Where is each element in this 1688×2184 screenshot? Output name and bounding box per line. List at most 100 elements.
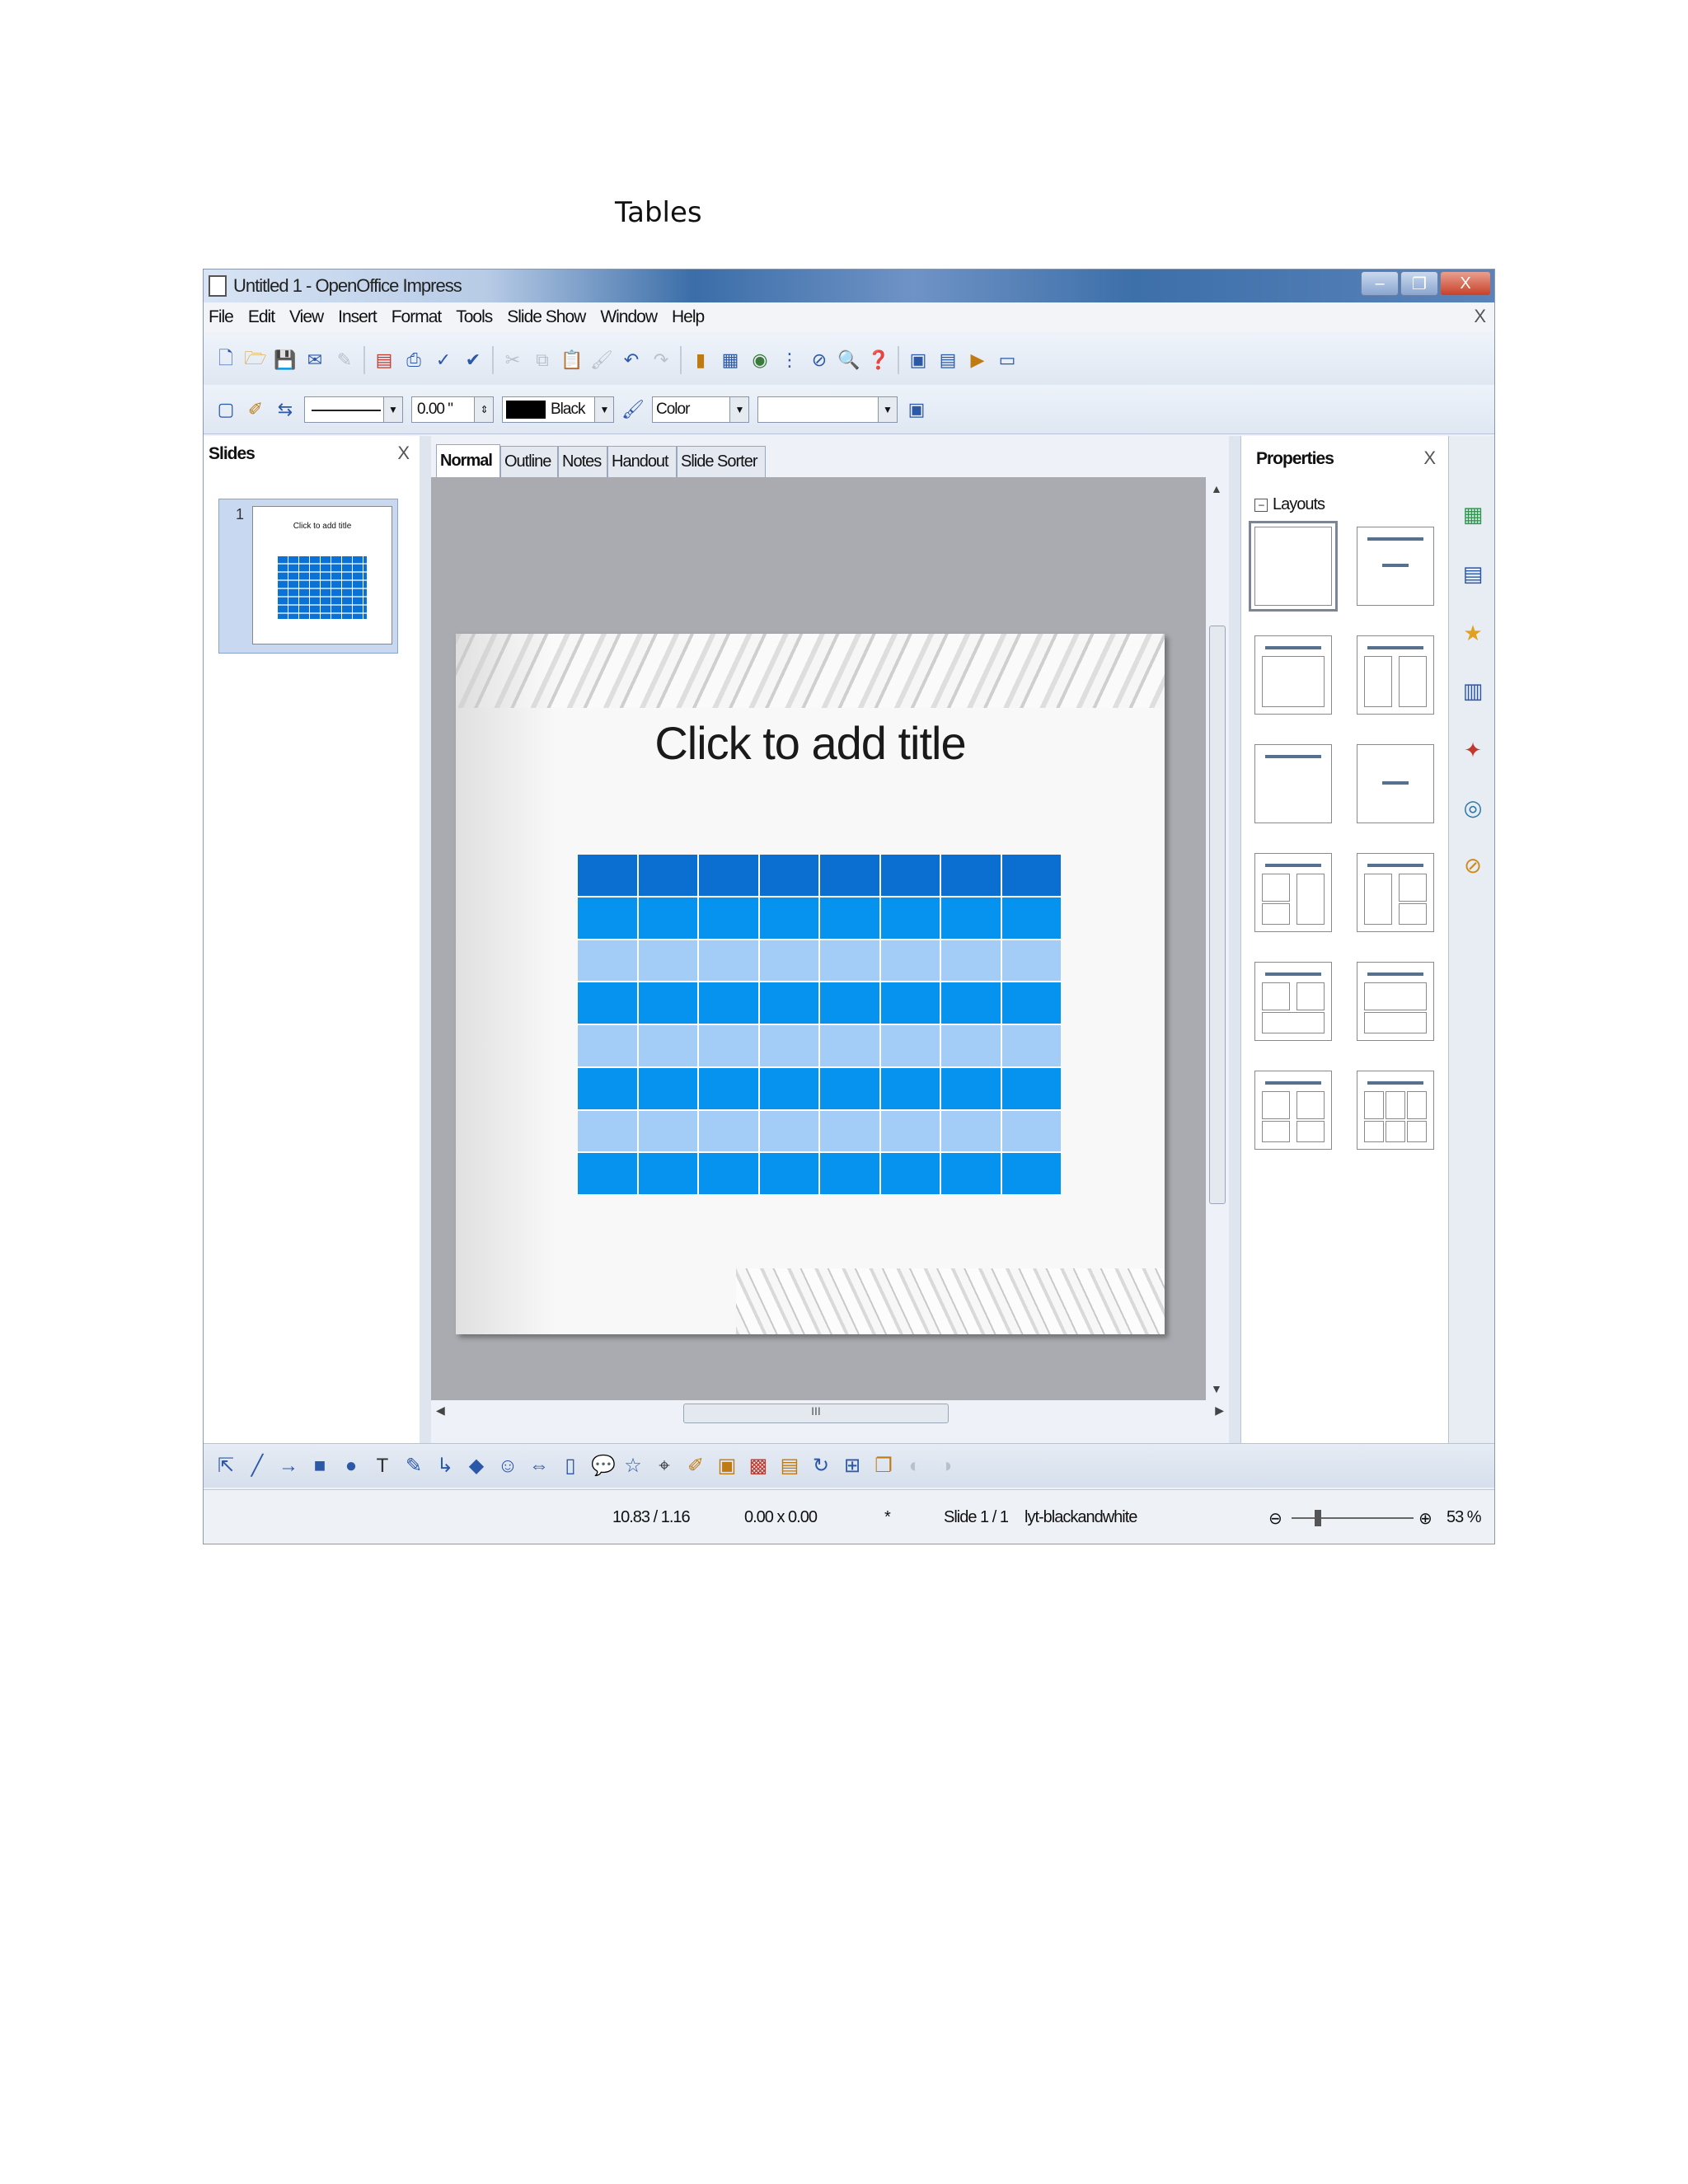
layout-title-two-content-right[interactable] [1357, 853, 1434, 932]
presentation-icon[interactable]: ▭ [996, 349, 1018, 371]
zoom-out-icon[interactable]: ⊖ [1268, 1508, 1282, 1529]
table-cell[interactable] [820, 1110, 879, 1152]
extrusion-icon[interactable]: ◐ [904, 1455, 926, 1478]
layout-blank[interactable] [1249, 521, 1338, 612]
table-cell[interactable] [638, 1067, 697, 1109]
save-icon[interactable]: 💾 [274, 349, 296, 371]
tab-notes[interactable]: Notes [558, 446, 607, 477]
rectangle-icon[interactable]: ■ [309, 1455, 331, 1478]
slide-canvas[interactable]: Click to add title [456, 634, 1165, 1334]
zoom-slider[interactable] [1292, 1517, 1414, 1519]
slide-title-placeholder[interactable]: Click to add title [456, 716, 1165, 770]
vertical-scroll-thumb[interactable] [1209, 626, 1226, 1204]
table-cell[interactable] [820, 1067, 879, 1109]
spin-icon[interactable]: ⇕ [474, 396, 493, 422]
line-icon[interactable]: ✐ [245, 399, 266, 420]
tab-slide-sorter[interactable]: Slide Sorter [677, 446, 766, 477]
text-tool-icon[interactable]: T [372, 1455, 393, 1478]
layout-title-four-content[interactable] [1254, 1071, 1332, 1150]
zoom-icon[interactable]: 🔍 [837, 349, 860, 371]
table-cell[interactable] [638, 855, 697, 896]
copy-icon[interactable]: ⧉ [532, 349, 553, 371]
menu-file[interactable]: File [209, 307, 234, 327]
close-icon[interactable]: X [1423, 448, 1436, 469]
shadow-icon[interactable]: ▣ [906, 399, 927, 420]
table-cell[interactable] [820, 855, 879, 896]
layout-title-only[interactable] [1254, 744, 1332, 823]
layouts-section-header[interactable]: – Layouts [1254, 495, 1325, 514]
layout-title-content-centered[interactable] [1357, 527, 1434, 606]
chevron-down-icon[interactable]: ▼ [878, 396, 897, 422]
close-window-button[interactable]: X [1440, 271, 1491, 296]
redo-icon[interactable]: ↷ [650, 349, 672, 371]
paste-icon[interactable]: 📋 [560, 349, 583, 371]
table-cell[interactable] [759, 1153, 818, 1194]
styles-icon[interactable]: ▢ [215, 399, 237, 420]
from-file-icon[interactable]: ▩ [748, 1454, 769, 1478]
callouts-icon[interactable]: 💬 [591, 1454, 616, 1478]
slide-show-icon[interactable]: ▶ [967, 349, 988, 371]
table-cell[interactable] [941, 1153, 1001, 1194]
scroll-up-icon[interactable]: ▲ [1211, 482, 1222, 495]
scroll-right-icon[interactable]: ▶ [1215, 1404, 1224, 1418]
table-cell[interactable] [759, 982, 818, 1024]
layout-title-two-content[interactable] [1357, 635, 1434, 715]
table-cell[interactable] [880, 897, 940, 939]
curve-icon[interactable]: ✎ [403, 1454, 424, 1478]
gallery-icon[interactable]: ✦ [1459, 734, 1487, 766]
table-cell[interactable] [638, 1110, 697, 1152]
table-cell[interactable] [1001, 1110, 1061, 1152]
toggle-extrusion-icon[interactable]: ◑ [935, 1455, 957, 1478]
table-cell[interactable] [759, 1110, 818, 1152]
table-cell[interactable] [1001, 940, 1061, 982]
table-cell[interactable] [941, 940, 1001, 982]
table-cell[interactable] [1001, 1025, 1061, 1066]
arrange-icon[interactable]: ❐ [873, 1454, 894, 1478]
tab-outline[interactable]: Outline [500, 446, 558, 477]
alignment-icon[interactable]: ⊞ [842, 1454, 863, 1478]
slide-thumbnail[interactable]: 1 Click to add title [218, 499, 398, 654]
table-cell[interactable] [759, 1067, 818, 1109]
table-cell[interactable] [880, 855, 940, 896]
table-cell[interactable] [820, 1153, 879, 1194]
left-splitter[interactable] [420, 436, 431, 1443]
slide-transition-icon[interactable]: ▥ [1459, 675, 1487, 706]
open-folder-icon[interactable]: 🗁 [244, 348, 266, 371]
table-cell[interactable] [578, 1067, 637, 1109]
glue-points-icon[interactable]: ✐ [685, 1454, 706, 1478]
table-cell[interactable] [880, 1153, 940, 1194]
fontwork-gallery-icon[interactable]: ▣ [716, 1454, 738, 1478]
table-cell[interactable] [941, 897, 1001, 939]
table-cell[interactable] [880, 982, 940, 1024]
horizontal-scrollbar[interactable]: ◀ III ▶ [431, 1400, 1229, 1425]
undo-icon[interactable]: ↶ [621, 349, 642, 371]
table-cell[interactable] [699, 1025, 758, 1066]
new-document-icon[interactable]: 🗋 [215, 348, 237, 371]
table-cell[interactable] [638, 940, 697, 982]
chart-icon[interactable]: ▮ [690, 349, 711, 371]
symbol-shapes-icon[interactable]: ☺ [497, 1455, 518, 1478]
grid-icon[interactable]: ⋮ [779, 349, 800, 371]
table-cell[interactable] [941, 1110, 1001, 1152]
cut-icon[interactable]: ✂ [502, 349, 523, 371]
spellcheck-icon[interactable]: ✓ [433, 349, 454, 371]
area-style-select[interactable]: Color ▼ [652, 396, 749, 423]
close-icon[interactable]: X [397, 443, 410, 464]
edit-file-icon[interactable]: ✎ [334, 349, 355, 371]
rotate-icon[interactable]: ↻ [810, 1454, 832, 1478]
table-cell[interactable] [1001, 982, 1061, 1024]
scroll-left-icon[interactable]: ◀ [436, 1404, 445, 1418]
table-cell[interactable] [880, 1110, 940, 1152]
table-cell[interactable] [638, 1025, 697, 1066]
right-splitter[interactable] [1229, 436, 1240, 1443]
horizontal-scroll-thumb[interactable]: III [683, 1404, 949, 1423]
table-cell[interactable] [699, 1110, 758, 1152]
table-cell[interactable] [699, 855, 758, 896]
help-icon[interactable]: ❓ [867, 349, 889, 371]
layout-title-content-over-content[interactable] [1357, 962, 1434, 1041]
master-pages-icon[interactable]: ▤ [1459, 558, 1487, 589]
vertical-scrollbar[interactable]: ▲ ▼ [1206, 477, 1229, 1400]
minimize-button[interactable]: – [1361, 271, 1399, 296]
table-cell[interactable] [578, 982, 637, 1024]
flowchart-icon[interactable]: ▯ [560, 1454, 581, 1478]
